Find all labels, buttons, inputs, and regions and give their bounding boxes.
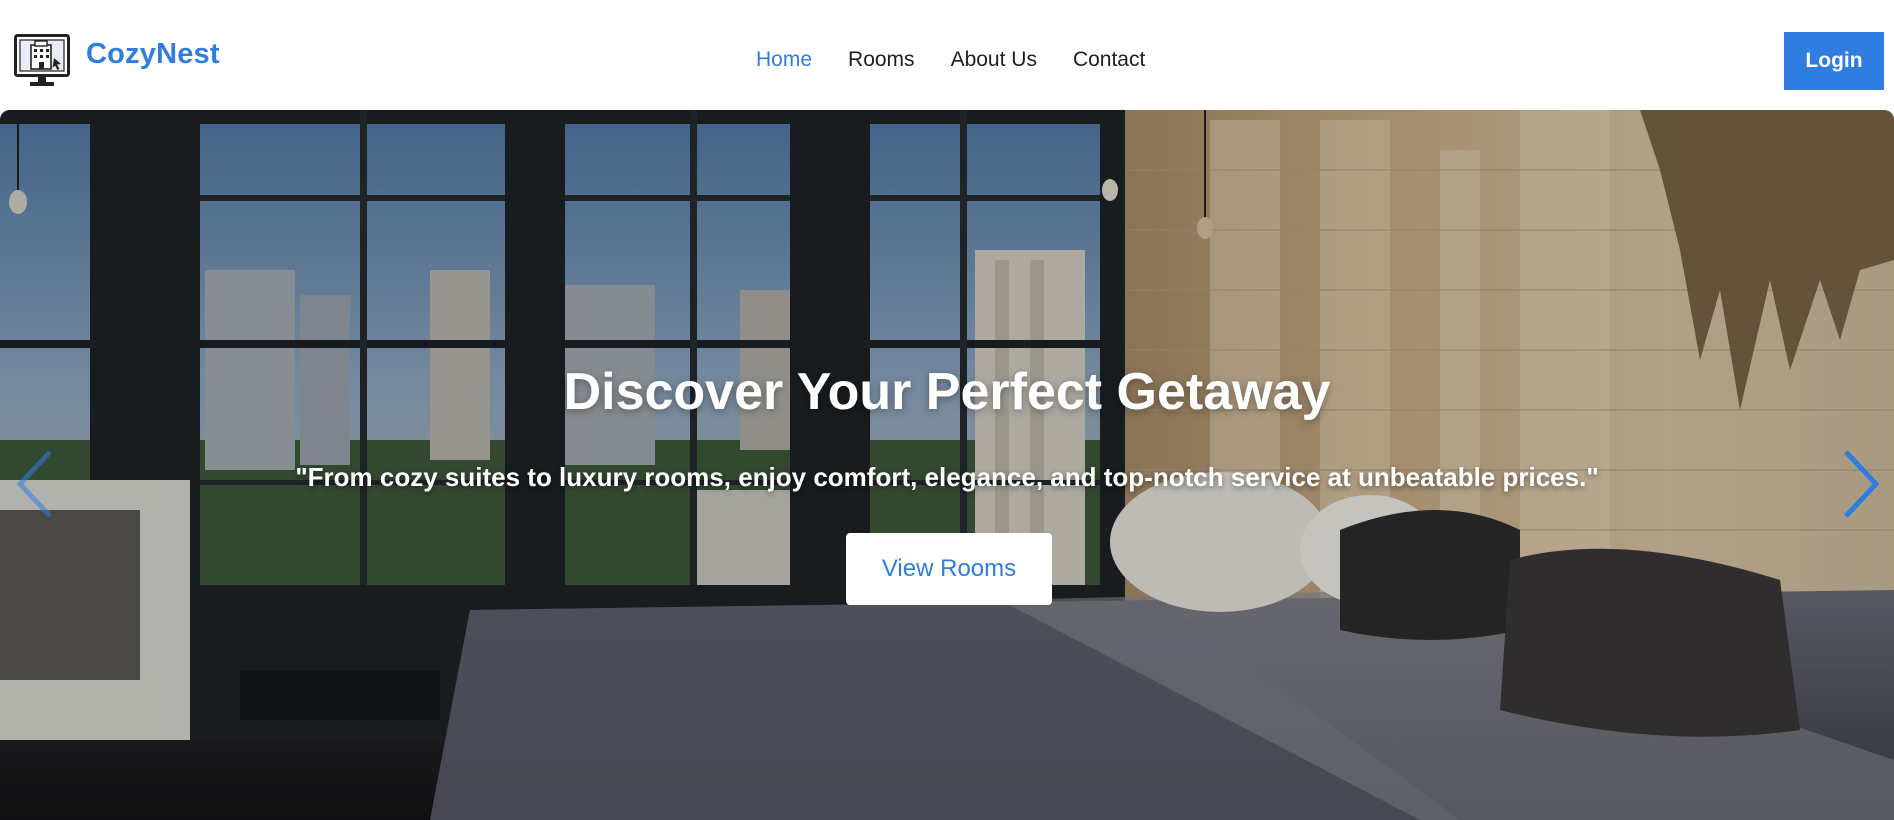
- hero-tagline: "From cozy suites to luxury rooms, enjoy…: [295, 462, 1599, 492]
- hero-title: Discover Your Perfect Getaway: [563, 363, 1331, 421]
- chevron-left-icon[interactable]: [14, 448, 58, 520]
- nav-link-home[interactable]: Home: [756, 48, 812, 72]
- hotel-monitor-icon: [14, 34, 70, 86]
- brand[interactable]: CozyNest: [14, 34, 220, 88]
- main-nav: Home Rooms About Us Contact: [756, 48, 1145, 72]
- nav-link-about-us[interactable]: About Us: [951, 48, 1037, 72]
- nav-link-contact[interactable]: Contact: [1073, 48, 1145, 72]
- nav-link-rooms[interactable]: Rooms: [848, 48, 915, 72]
- brand-name: CozyNest: [86, 37, 220, 70]
- navbar: CozyNest Home Rooms About Us Contact Log…: [0, 0, 1894, 110]
- login-button[interactable]: Login: [1784, 32, 1884, 90]
- hero-carousel: Discover Your Perfect Getaway "From cozy…: [0, 110, 1894, 820]
- view-rooms-button[interactable]: View Rooms: [846, 533, 1052, 605]
- chevron-right-icon[interactable]: [1838, 448, 1882, 520]
